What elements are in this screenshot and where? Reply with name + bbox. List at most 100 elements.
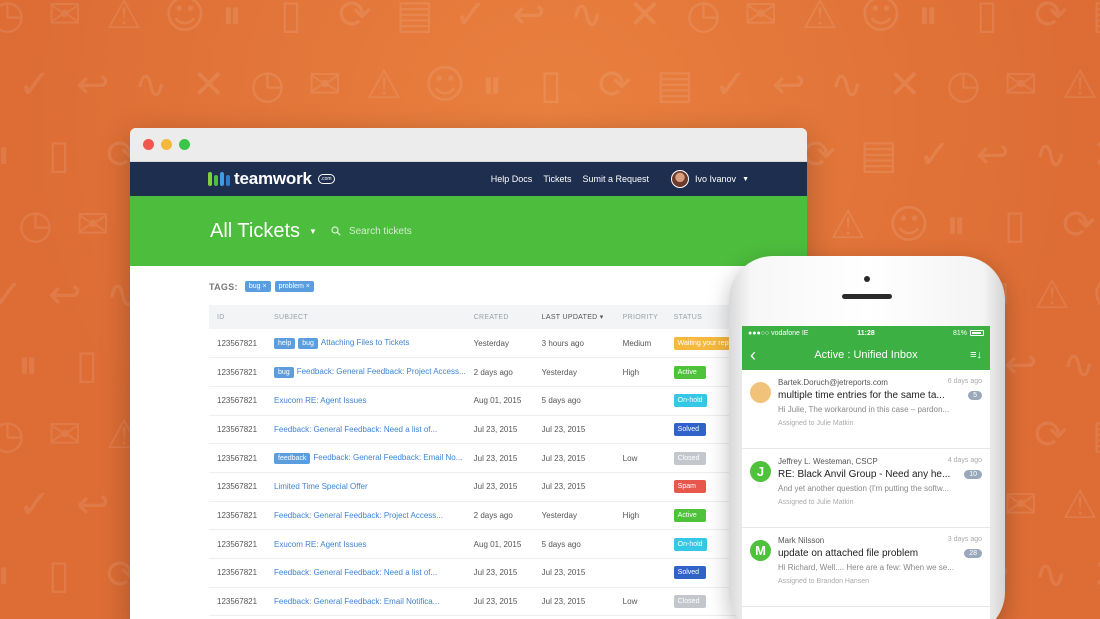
table-row[interactable]: 123567821 Feedback: General Feedback: Nee… xyxy=(209,558,807,588)
status-badge: On-hold xyxy=(673,394,707,408)
page-title[interactable]: All Tickets xyxy=(210,220,300,243)
ticket-subject-link[interactable]: Feedback: General Feedback: Need a list … xyxy=(274,425,437,434)
pause-icon: ⏸ xyxy=(0,135,10,175)
user-icon: ☺ xyxy=(888,202,930,248)
column-header-id[interactable]: ID xyxy=(209,305,266,329)
table-row[interactable]: 123567821 Exucom RE: Agent Issues Aug 01, … xyxy=(209,529,807,559)
maximize-window-button[interactable] xyxy=(179,139,190,150)
table-row[interactable]: 123567821 Feedback: General Feedback: Pro… xyxy=(209,501,807,531)
ticket-updated: Jul 23, 2015 xyxy=(533,472,615,502)
search-box[interactable]: Search tickets xyxy=(331,226,412,237)
avatar: J xyxy=(750,461,771,482)
trash-icon: ▯ xyxy=(48,132,71,178)
message-time: 6 days ago xyxy=(947,378,982,385)
nav-links: Help Docs Tickets Sumit a Request xyxy=(491,174,649,184)
ticket-subject-link[interactable]: Feedback: General Feedback: Need a list … xyxy=(274,568,437,577)
ticket-priority: High xyxy=(614,501,666,531)
tag-bug[interactable]: bug × xyxy=(244,281,271,292)
nav-link-submit-request[interactable]: Sumit a Request xyxy=(582,174,649,184)
table-row[interactable]: 123567821 bug Feedback: General Feedback: … xyxy=(209,357,807,387)
ticket-subject-link[interactable]: Feedback: General Feedback: Project Acce… xyxy=(274,511,443,520)
table-row[interactable]: 123567821 Feedback: General Feedback: Nee… xyxy=(209,415,807,445)
check-icon: ✓ xyxy=(18,62,52,108)
carrier-label: ●●●○○ vodafone IE xyxy=(748,329,809,337)
column-header-created[interactable]: CREATED xyxy=(466,305,534,329)
label-badge[interactable]: help xyxy=(274,337,296,349)
ticket-subject-cell: feedback Feedback: General Feedback: Emai… xyxy=(266,443,466,473)
table-row[interactable]: 123567821 Feedback: General Feedback: Ema… xyxy=(209,587,807,617)
warning-icon: ⚠ xyxy=(1034,272,1070,318)
pulse-icon: ∿ xyxy=(570,0,604,38)
ticket-created: Jul 23, 2015 xyxy=(465,472,534,502)
close-icon: ✕ xyxy=(888,62,922,108)
label-badge[interactable]: feedback xyxy=(274,452,311,464)
message-assignee: Assigned to Julie Matkin xyxy=(778,420,854,427)
ticket-updated: Jul 23, 2015 xyxy=(533,558,615,588)
check-icon: ✓ xyxy=(714,62,748,108)
ticket-subject-link[interactable]: Feedback: General Feedback: Project Acce… xyxy=(297,367,466,376)
user-icon: ☺ xyxy=(164,0,206,38)
column-header-last-updated[interactable]: LAST UPDATED ▾ xyxy=(534,305,615,329)
ticket-priority: Low xyxy=(614,587,666,617)
ticket-subject-link[interactable]: Limited Time Special Offer xyxy=(274,482,368,491)
nav-link-help-docs[interactable]: Help Docs xyxy=(491,174,533,184)
trash-icon: ▯ xyxy=(1004,202,1027,248)
tag-problem[interactable]: problem × xyxy=(274,281,314,292)
trash-icon: ▯ xyxy=(976,0,999,38)
envelope-icon: ✉ xyxy=(48,412,82,458)
pause-icon: ⏸ xyxy=(0,555,10,595)
ticket-subject-cell: bug Feedback: General Feedback: Project A… xyxy=(266,357,466,387)
ticket-subject-link[interactable]: Exucom RE: Agent Issues xyxy=(274,396,367,405)
top-navigation: teamwork .com Help Docs Tickets Sumit a … xyxy=(130,162,807,196)
inbox-title: Active : Unified Inbox xyxy=(814,349,918,361)
warning-icon: ⚠ xyxy=(802,0,838,38)
refresh-icon: ⟳ xyxy=(598,62,632,108)
table-row[interactable]: 123567821 Limited Time Special Offer Jul 2… xyxy=(209,472,807,502)
minimize-window-button[interactable] xyxy=(161,139,172,150)
sort-icon[interactable]: ≡↓ xyxy=(970,349,982,361)
user-icon: ☺ xyxy=(1092,275,1100,315)
browser-window: teamwork .com Help Docs Tickets Sumit a … xyxy=(130,128,807,619)
envelope-icon: ✉ xyxy=(1004,482,1038,528)
warning-icon: ⚠ xyxy=(1062,482,1098,528)
ticket-updated: 3 hours ago xyxy=(533,329,615,359)
reply-icon: ↩ xyxy=(976,132,1010,178)
ticket-id: 123567821 xyxy=(209,501,266,531)
nav-link-tickets[interactable]: Tickets xyxy=(543,174,571,184)
column-header-priority[interactable]: PRIORITY xyxy=(615,305,666,329)
phone-device: ●●●○○ vodafone IE 11:28 81% ‹ Active : U… xyxy=(729,256,1005,619)
chevron-down-icon[interactable]: ▼ xyxy=(309,227,317,236)
teamwork-logo[interactable]: teamwork .com xyxy=(208,169,335,189)
ticket-subject-link[interactable]: Feedback: General Feedback: Email Notifi… xyxy=(274,597,439,606)
label-badge[interactable]: bug xyxy=(298,337,318,349)
camera-icon xyxy=(864,276,870,282)
ticket-subject-link[interactable]: Attaching Files to Tickets xyxy=(321,338,409,347)
ticket-id: 123567821 xyxy=(209,529,266,559)
label-badge[interactable]: bug xyxy=(274,366,294,378)
list-item[interactable]: M Mark Nilsson 3 days ago update on attache… xyxy=(742,528,990,607)
table-row[interactable]: 123567821 feedback Feedback: General Feedb… xyxy=(209,443,807,473)
reply-icon: ↩ xyxy=(76,482,110,528)
table-row[interactable]: 123567821 help bug Attaching Files to Ticke… xyxy=(209,329,807,359)
clock-icon: ◷ xyxy=(946,62,981,108)
ticket-updated: 5 days ago xyxy=(533,386,615,416)
ticket-priority xyxy=(614,386,666,416)
ticket-subject-link[interactable]: Feedback: General Feedback: Email No... xyxy=(313,453,462,462)
warning-icon: ⚠ xyxy=(106,0,142,38)
search-input[interactable]: Search tickets xyxy=(349,226,412,237)
table-row[interactable]: 123567821 Exucom RE: Agent Issues Aug 01, … xyxy=(209,386,807,416)
back-arrow-icon[interactable]: ‹ xyxy=(750,346,756,364)
user-menu[interactable]: Ivo Ivanov ▼ xyxy=(671,170,749,188)
list-item[interactable]: Bartek.Doruch@jetreports.com 6 days ago mu… xyxy=(742,370,990,449)
column-header-subject[interactable]: SUBJECT xyxy=(266,305,466,329)
clock-icon: ◷ xyxy=(0,412,25,458)
trash-icon: ▯ xyxy=(48,552,71,598)
clock-icon: ◷ xyxy=(686,0,721,38)
warning-icon: ⚠ xyxy=(366,62,402,108)
ticket-subject-link[interactable]: Exucom RE: Agent Issues xyxy=(274,540,367,549)
envelope-icon: ✉ xyxy=(744,0,778,38)
message-time: 3 days ago xyxy=(947,536,982,543)
list-item[interactable]: J Jeffrey L. Westeman, CSCP 4 days ago RE: … xyxy=(742,449,990,528)
close-window-button[interactable] xyxy=(143,139,154,150)
close-icon: ✕ xyxy=(628,0,662,38)
